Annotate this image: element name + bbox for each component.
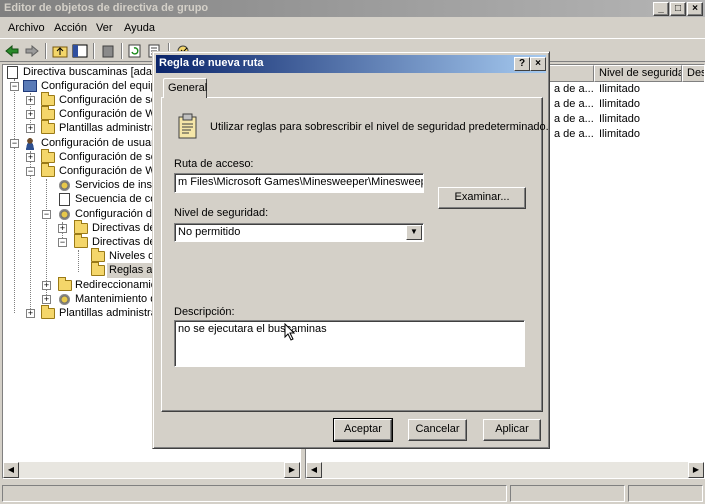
expand-icon[interactable]: + bbox=[26, 124, 35, 133]
close-button[interactable]: × bbox=[687, 2, 703, 16]
list-cell: a de a... bbox=[554, 83, 594, 95]
tree-line bbox=[14, 79, 15, 313]
folder-icon bbox=[74, 234, 88, 248]
up-folder-icon[interactable] bbox=[51, 42, 69, 60]
list-cell-level: Ilimitado bbox=[599, 113, 640, 125]
security-level-select[interactable]: No permitido ▼ bbox=[174, 223, 424, 242]
folder-icon bbox=[41, 120, 55, 134]
menu-archivo[interactable]: Archivo bbox=[8, 22, 45, 34]
list-cell-level: Ilimitado bbox=[599, 83, 640, 95]
security-level-label: Nivel de seguridad: bbox=[174, 207, 269, 219]
refresh-icon[interactable] bbox=[126, 42, 144, 60]
expand-icon[interactable]: + bbox=[26, 309, 35, 318]
computer-icon bbox=[23, 80, 37, 92]
tree-horizontal-scrollbar[interactable]: ◀ ▶ bbox=[3, 462, 300, 478]
scripts-icon bbox=[58, 179, 71, 192]
toolbar-separator bbox=[45, 43, 47, 59]
folder-icon bbox=[41, 305, 55, 319]
folder-icon bbox=[58, 277, 72, 291]
description-textarea[interactable]: no se ejecutara el buscaminas bbox=[174, 320, 525, 367]
folder-icon bbox=[41, 149, 55, 163]
scroll-right-icon[interactable]: ▶ bbox=[688, 462, 704, 478]
column-header-description[interactable]: Des bbox=[682, 65, 704, 82]
expand-icon[interactable]: + bbox=[26, 110, 35, 119]
maintenance-icon bbox=[58, 293, 71, 306]
collapse-icon[interactable]: − bbox=[26, 167, 35, 176]
description-label: Descripción: bbox=[174, 306, 235, 318]
path-label: Ruta de acceso: bbox=[174, 158, 254, 170]
list-cell: a de a... bbox=[554, 98, 594, 110]
collapse-icon[interactable]: − bbox=[58, 238, 67, 247]
list-cell-level: Ilimitado bbox=[599, 128, 640, 140]
folder-icon bbox=[41, 106, 55, 120]
maximize-button[interactable]: □ bbox=[670, 2, 686, 16]
status-cell bbox=[2, 485, 507, 502]
expand-icon[interactable]: + bbox=[26, 153, 35, 162]
security-level-value: No permitido bbox=[178, 226, 241, 238]
minimize-button[interactable]: _ bbox=[653, 2, 669, 16]
collapse-icon[interactable]: − bbox=[42, 210, 51, 219]
window-titlebar[interactable]: Editor de objetos de directiva de grupo … bbox=[0, 0, 705, 17]
clipboard-icon bbox=[177, 113, 199, 139]
tree-line bbox=[78, 250, 79, 272]
apply-button[interactable]: Aplicar bbox=[483, 419, 541, 441]
expand-icon[interactable]: + bbox=[42, 281, 51, 290]
folder-icon bbox=[41, 92, 55, 106]
scroll-right-icon[interactable]: ▶ bbox=[284, 462, 300, 478]
expand-icon[interactable]: + bbox=[42, 295, 51, 304]
forward-icon[interactable] bbox=[23, 42, 41, 60]
ok-button[interactable]: Aceptar bbox=[333, 418, 393, 442]
folder-icon bbox=[41, 163, 55, 177]
list-cell: a de a... bbox=[554, 128, 594, 140]
back-icon[interactable] bbox=[3, 42, 21, 60]
column-header-security-level[interactable]: Nivel de seguridad bbox=[594, 65, 682, 82]
dialog-close-button[interactable]: × bbox=[530, 57, 546, 71]
show-tree-icon[interactable] bbox=[71, 42, 89, 60]
scroll-left-icon[interactable]: ◀ bbox=[306, 462, 322, 478]
dialog-title: Regla de nueva ruta bbox=[159, 57, 264, 69]
policy-icon bbox=[7, 66, 18, 79]
menubar: Archivo Acción Ver Ayuda bbox=[0, 18, 705, 38]
toolbar-separator bbox=[93, 43, 95, 59]
chevron-down-icon[interactable]: ▼ bbox=[406, 225, 422, 240]
scroll-left-icon[interactable]: ◀ bbox=[3, 462, 19, 478]
mouse-cursor-icon bbox=[284, 322, 296, 344]
list-cell: a de a... bbox=[554, 113, 594, 125]
statusbar bbox=[0, 482, 705, 504]
expand-icon[interactable]: + bbox=[58, 224, 67, 233]
window-title: Editor de objetos de directiva de grupo bbox=[4, 2, 209, 14]
expand-icon[interactable]: + bbox=[26, 96, 35, 105]
cancel-button[interactable]: Cancelar bbox=[408, 419, 467, 441]
menu-accion[interactable]: Acción bbox=[54, 22, 87, 34]
path-input[interactable]: m Files\Microsoft Games\Minesweeper\Mine… bbox=[174, 173, 424, 193]
status-cell bbox=[628, 485, 703, 502]
folder-icon bbox=[91, 248, 105, 262]
status-cell bbox=[510, 485, 625, 502]
collapse-icon[interactable]: − bbox=[10, 82, 19, 91]
toolbar-separator bbox=[121, 43, 123, 59]
browse-button[interactable]: Examinar... bbox=[438, 187, 526, 209]
menu-ayuda[interactable]: Ayuda bbox=[124, 22, 155, 34]
user-icon bbox=[24, 137, 36, 150]
tab-general[interactable]: General bbox=[163, 78, 207, 98]
delete-icon[interactable] bbox=[99, 42, 117, 60]
list-horizontal-scrollbar[interactable]: ◀ ▶ bbox=[306, 462, 704, 478]
intro-text: Utilizar reglas para sobrescribir el niv… bbox=[210, 121, 549, 133]
script-doc-icon bbox=[59, 193, 70, 206]
menu-ver[interactable]: Ver bbox=[96, 22, 113, 34]
general-tab-panel: Utilizar reglas para sobrescribir el niv… bbox=[161, 97, 549, 412]
security-settings-icon bbox=[58, 208, 71, 221]
collapse-icon[interactable]: − bbox=[10, 139, 19, 148]
new-path-rule-dialog[interactable]: Regla de nueva ruta ? × General Utilizar… bbox=[152, 51, 550, 449]
folder-open-icon bbox=[91, 262, 105, 276]
dialog-titlebar[interactable]: Regla de nueva ruta ? × bbox=[156, 55, 546, 73]
folder-icon bbox=[74, 220, 88, 234]
help-button[interactable]: ? bbox=[514, 57, 530, 71]
list-cell-level: Ilimitado bbox=[599, 98, 640, 110]
